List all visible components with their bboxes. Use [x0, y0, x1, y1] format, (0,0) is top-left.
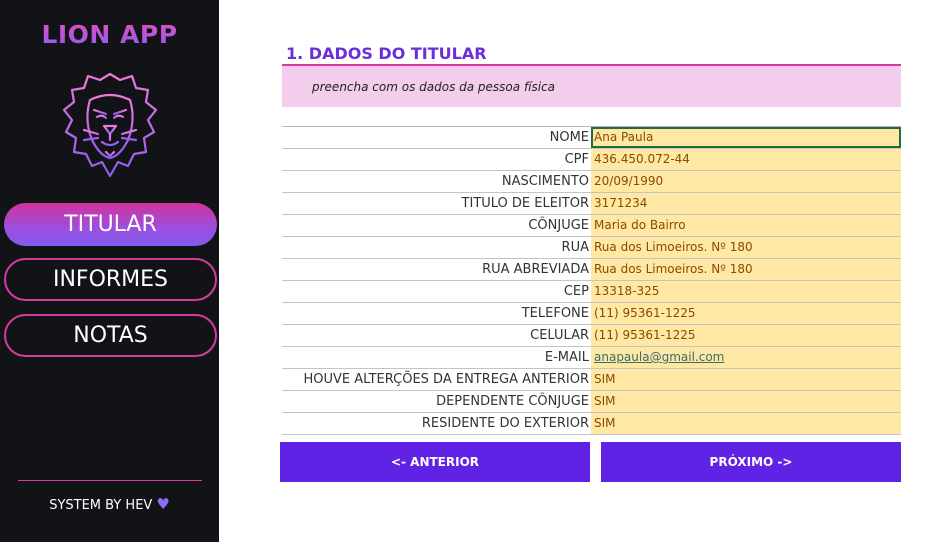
app-logo-text: LION APP [0, 20, 219, 49]
sidebar-item-titular[interactable]: TITULAR [4, 203, 217, 246]
footer: SYSTEM BY HEV ♥ [0, 495, 219, 513]
rua-field[interactable]: Rua dos Limoeiros. Nº 180 [591, 237, 901, 258]
cpf-field[interactable]: 436.450.072-44 [591, 149, 901, 170]
form-row-rua: RUA Rua dos Limoeiros. Nº 180 [282, 237, 901, 259]
titulo-eleitor-field[interactable]: 3171234 [591, 193, 901, 214]
form-row-conjuge: CÔNJUGE Maria do Bairro [282, 215, 901, 237]
conjuge-field[interactable]: Maria do Bairro [591, 215, 901, 236]
telefone-field[interactable]: (11) 95361-1225 [591, 303, 901, 324]
sidebar-divider [18, 480, 202, 481]
cep-field[interactable]: 13318-325 [591, 281, 901, 302]
nome-label: NOME [549, 130, 589, 145]
titulo-eleitor-label: TITULO DE ELEITOR [461, 196, 589, 211]
cpf-label: CPF [564, 152, 589, 167]
form-row-celular: CELULAR (11) 95361-1225 [282, 325, 901, 347]
form-row-email: E-MAIL anapaula@gmail.com [282, 347, 901, 369]
celular-field[interactable]: (11) 95361-1225 [591, 325, 901, 346]
email-label: E-MAIL [544, 350, 589, 365]
cep-label: CEP [563, 284, 589, 299]
form-row-rua-abreviada: RUA ABREVIADA Rua dos Limoeiros. Nº 180 [282, 259, 901, 281]
form-row-nome: NOME Ana Paula [282, 127, 901, 149]
form-row-dependente-conjuge: DEPENDENTE CÔNJUGE SIM [282, 391, 901, 413]
sidebar-item-notas[interactable]: NOTAS [4, 314, 217, 357]
nascimento-field[interactable]: 20/09/1990 [591, 171, 901, 192]
nome-field[interactable]: Ana Paula [591, 127, 901, 148]
alteracoes-field[interactable]: SIM [591, 369, 901, 390]
dependente-conjuge-field[interactable]: SIM [591, 391, 901, 412]
telefone-label: TELEFONE [521, 306, 589, 321]
sidebar-item-informes[interactable]: INFORMES [4, 258, 217, 301]
residente-exterior-label: RESIDENTE DO EXTERIOR [421, 416, 589, 431]
form-row-telefone: TELEFONE (11) 95361-1225 [282, 303, 901, 325]
email-field[interactable]: anapaula@gmail.com [591, 347, 901, 368]
section-title: 1. DADOS DO TITULAR [286, 44, 487, 63]
residente-exterior-field[interactable]: SIM [591, 413, 901, 434]
rua-abreviada-label: RUA ABREVIADA [482, 262, 589, 277]
form-row-titulo-eleitor: TITULO DE ELEITOR 3171234 [282, 193, 901, 215]
nascimento-label: NASCIMENTO [501, 174, 589, 189]
alteracoes-label: HOUVE ALTERÇÕES DA ENTREGA ANTERIOR [303, 372, 590, 387]
lion-logo-icon [62, 72, 158, 178]
conjuge-label: CÔNJUGE [528, 218, 589, 233]
form-row-cpf: CPF 436.450.072-44 [282, 149, 901, 171]
dependente-conjuge-label: DEPENDENTE CÔNJUGE [436, 394, 589, 409]
footer-text: SYSTEM BY HEV [49, 498, 153, 513]
form-row-alteracoes: HOUVE ALTERÇÕES DA ENTREGA ANTERIOR SIM [282, 369, 901, 391]
proximo-button[interactable]: PRÓXIMO -> [601, 442, 901, 482]
celular-label: CELULAR [530, 328, 589, 343]
titular-form: NOME Ana Paula CPF 436.450.072-44 NASCIM… [282, 126, 901, 435]
heart-icon: ♥ [156, 495, 170, 513]
form-row-nascimento: NASCIMENTO 20/09/1990 [282, 171, 901, 193]
rua-abreviada-field[interactable]: Rua dos Limoeiros. Nº 180 [591, 259, 901, 280]
section-subtitle: preencha com os dados da pessoa física [312, 80, 556, 94]
rua-label: RUA [561, 240, 589, 255]
form-row-cep: CEP 13318-325 [282, 281, 901, 303]
form-row-residente-exterior: RESIDENTE DO EXTERIOR SIM [282, 413, 901, 435]
anterior-button[interactable]: <- ANTERIOR [280, 442, 590, 482]
sidebar: LION APP TITULAR INFORMES NOTAS SYSTEM B… [0, 0, 219, 542]
